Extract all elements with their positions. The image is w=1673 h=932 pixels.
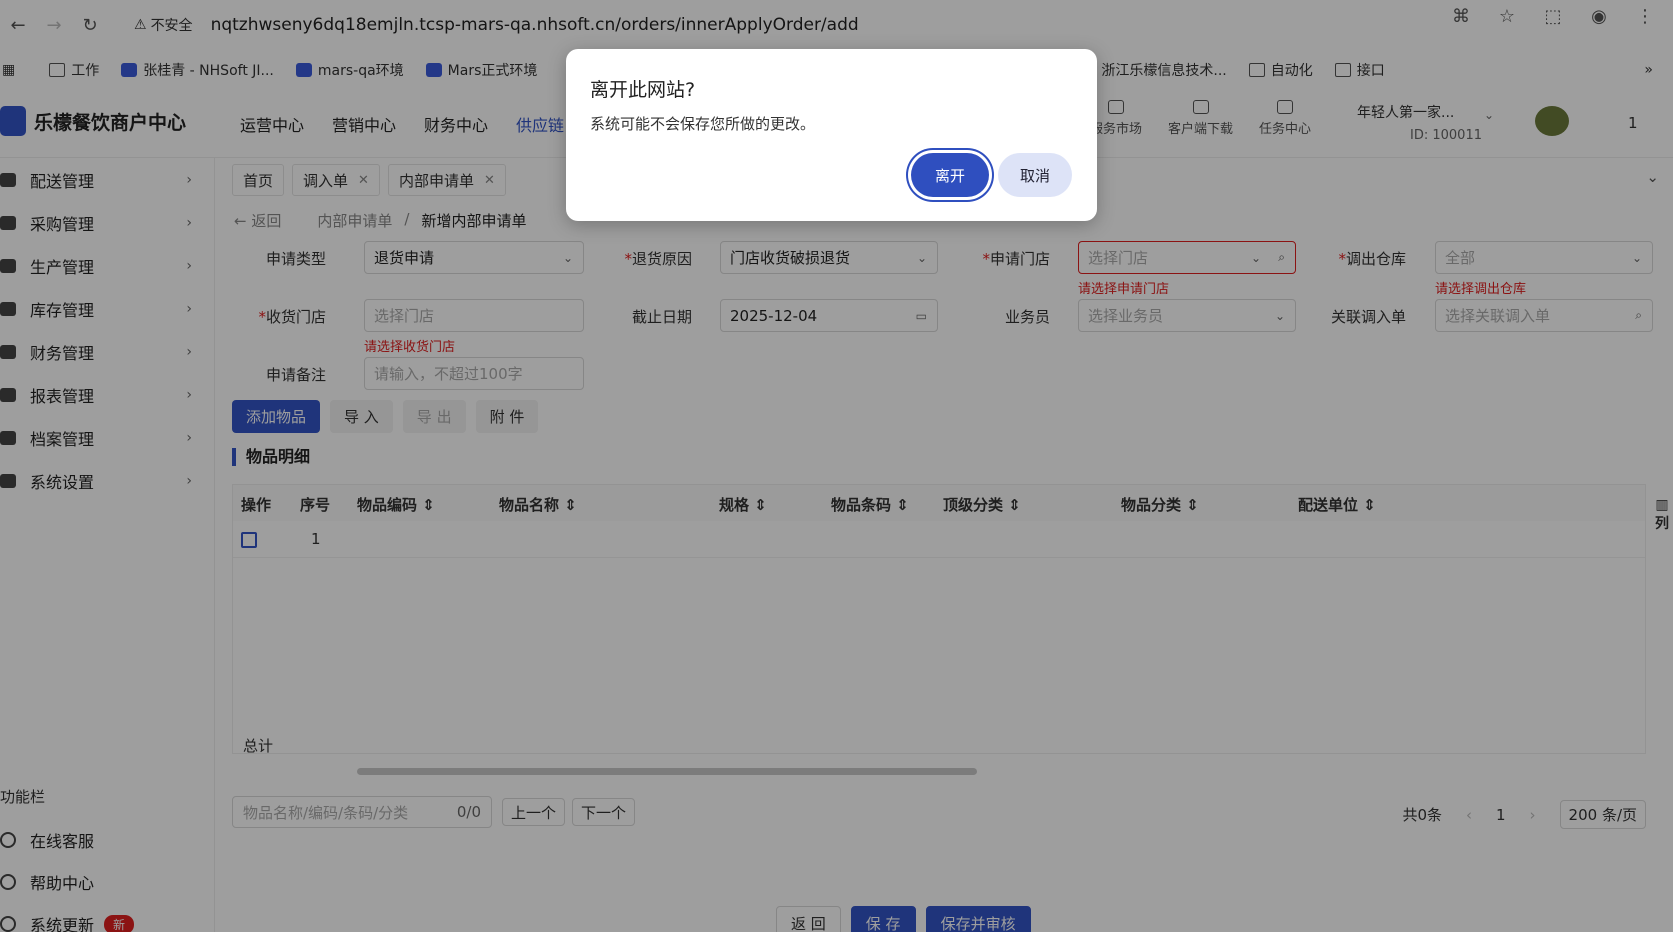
leave-site-dialog: 离开此网站? 系统可能不会保存您所做的更改。 离开 取消: [566, 49, 1097, 221]
dialog-title: 离开此网站?: [590, 79, 696, 101]
leave-button[interactable]: 离开: [911, 153, 989, 197]
cancel-button[interactable]: 取消: [998, 153, 1072, 197]
dialog-message: 系统可能不会保存您所做的更改。: [590, 115, 816, 133]
